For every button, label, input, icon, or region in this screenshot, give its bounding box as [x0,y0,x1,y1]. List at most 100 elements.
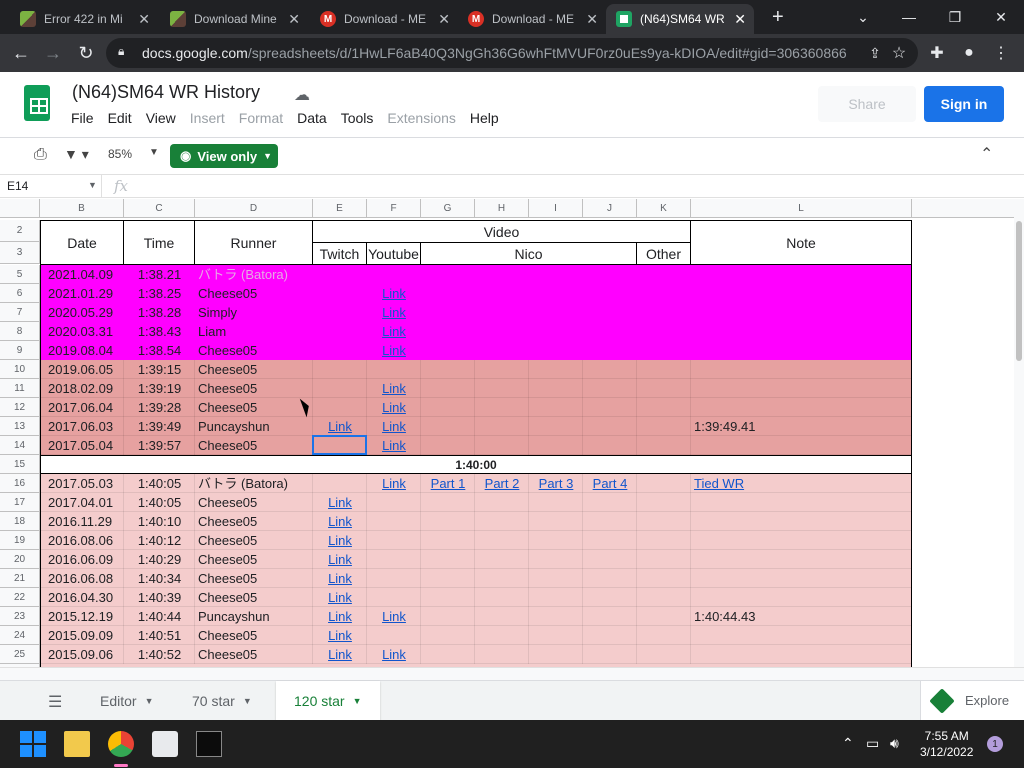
menu-item-format[interactable]: Format [239,110,283,126]
bookmark-star-icon[interactable]: ☆ [886,40,912,66]
file-explorer-icon[interactable] [64,731,90,757]
sign-in-button[interactable]: Sign in [924,86,1004,122]
minimize-button[interactable]: — [886,0,932,34]
browser-tab[interactable]: (N64)SM64 WR ✕ [606,4,754,34]
all-sheets-icon[interactable]: ☰ [48,692,62,712]
youtube-link[interactable]: Link [367,303,421,322]
close-tab-icon[interactable]: ✕ [138,11,150,28]
row-header[interactable]: 24 [0,626,40,645]
forward-icon[interactable]: → [40,40,66,66]
row-header[interactable]: 10 [0,360,40,379]
collapse-menus-icon[interactable]: ⌃ [980,144,993,164]
row-header[interactable]: 9 [0,341,40,360]
column-header[interactable]: E [313,199,367,218]
address-bar[interactable]: 🔒︎ docs.google.com/spreadsheets/d/1HwLF6… [106,38,918,68]
nico-link[interactable]: Part 4 [583,474,637,493]
youtube-link[interactable]: Link [367,645,421,664]
share-page-icon[interactable]: ⇪ [862,40,888,66]
row-header[interactable]: 21 [0,569,40,588]
terminal-icon[interactable] [196,731,222,757]
menu-item-insert[interactable]: Insert [190,110,225,126]
close-tab-icon[interactable]: ✕ [586,11,598,28]
sheet-tab[interactable]: 70 star ▼ [192,681,252,720]
row-header[interactable]: 12 [0,398,40,417]
row-header[interactable]: 2 [0,220,40,242]
chrome-menu-icon[interactable]: ⋮ [988,40,1014,66]
row-header[interactable]: 16 [0,474,40,493]
column-header[interactable]: F [367,199,421,218]
note-cell[interactable]: Tied WR [694,474,912,493]
start-menu-icon[interactable] [20,731,46,757]
row-header[interactable]: 23 [0,607,40,626]
nico-link[interactable]: Part 1 [421,474,475,493]
column-header[interactable]: J [583,199,637,218]
youtube-link[interactable]: Link [367,322,421,341]
youtube-link[interactable]: Link [367,398,421,417]
close-window-button[interactable]: ✕ [978,0,1024,34]
column-header[interactable]: I [529,199,583,218]
row-header[interactable]: 19 [0,531,40,550]
formula-input[interactable] [140,178,1010,196]
menu-item-view[interactable]: View [146,110,176,126]
twitch-link[interactable]: Link [313,607,367,626]
close-tab-icon[interactable]: ✕ [734,11,746,28]
new-tab-button[interactable]: + [762,2,784,32]
twitch-link[interactable]: Link [313,493,367,512]
twitch-link[interactable]: Link [313,531,367,550]
browser-tab[interactable]: M Download - ME ✕ [310,4,458,34]
youtube-link[interactable]: Link [367,417,421,436]
menu-item-data[interactable]: Data [297,110,327,126]
tab-search-icon[interactable]: ⌄ [840,0,886,34]
twitch-link[interactable]: Link [313,569,367,588]
view-only-button[interactable]: ◉ View only ▼ [170,144,278,168]
column-header[interactable]: C [124,199,195,218]
twitch-link[interactable]: Link [313,645,367,664]
horizontal-scrollbar[interactable] [0,667,1024,680]
menu-item-edit[interactable]: Edit [108,110,132,126]
notification-badge[interactable]: 1 [987,736,1003,752]
column-header[interactable]: K [637,199,691,218]
youtube-link[interactable]: Link [367,284,421,303]
youtube-link[interactable]: Link [367,379,421,398]
sheet-tab[interactable]: Editor ▼ [100,681,154,720]
share-button[interactable]: Share [818,86,916,122]
scrollbar-thumb[interactable] [1016,221,1022,361]
youtube-link[interactable]: Link [367,436,421,455]
row-header[interactable]: 18 [0,512,40,531]
spreadsheet-grid[interactable]: B C D E F G H I J K L 2 3 Date Time Runner Video Twitch Yo… [0,199,1014,667]
twitch-link[interactable]: Link [313,512,367,531]
profile-icon[interactable]: ● [956,40,982,66]
restore-button[interactable]: ❐ [932,0,978,34]
row-header[interactable]: 11 [0,379,40,398]
print-icon[interactable]: ⎙ [34,146,47,164]
row-header[interactable]: 25 [0,645,40,664]
row-header[interactable]: 22 [0,588,40,607]
chevron-down-icon[interactable]: ▼ [149,147,159,158]
back-icon[interactable]: ← [8,40,34,66]
chevron-up-icon[interactable]: ⌃ [842,735,854,752]
browser-tab[interactable]: Download Mine ✕ [160,4,308,34]
zoom-select[interactable]: 85% [108,147,132,161]
twitch-link[interactable]: Link [313,417,367,436]
vertical-scrollbar[interactable] [1014,199,1024,667]
nico-link[interactable]: Part 3 [529,474,583,493]
browser-tab[interactable]: Error 422 in Mi ✕ [10,4,158,34]
explore-button[interactable]: Explore [920,681,1024,720]
selected-cell[interactable] [312,435,367,455]
twitch-link[interactable]: Link [313,550,367,569]
clock[interactable]: 7:55 AM 3/12/2022 [920,728,973,760]
menu-item-file[interactable]: File [71,110,94,126]
extensions-icon[interactable]: ✚ [924,40,950,66]
sheets-logo-icon[interactable] [24,85,50,121]
row-header[interactable]: 6 [0,284,40,303]
close-tab-icon[interactable]: ✕ [438,11,450,28]
row-header[interactable]: 15 [0,455,40,474]
network-icon[interactable]: ▭ [866,735,879,752]
select-all-corner[interactable] [0,199,40,218]
column-header[interactable]: L [691,199,912,218]
row-header[interactable]: 17 [0,493,40,512]
twitch-link[interactable]: Link [313,626,367,645]
column-header[interactable]: D [195,199,313,218]
reload-icon[interactable]: ↻ [73,40,99,66]
chrome-taskbar-icon[interactable] [108,731,134,757]
